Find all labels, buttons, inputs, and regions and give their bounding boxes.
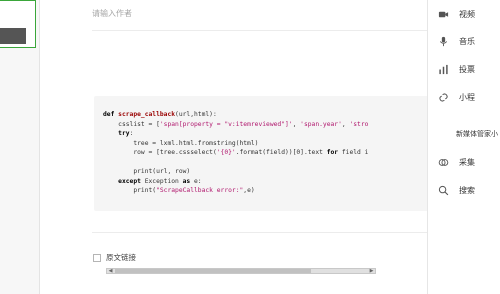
- scroll-left-icon[interactable]: ◀: [107, 268, 114, 274]
- sidebar-item-label: 投票: [459, 65, 475, 74]
- poll-icon: [439, 64, 448, 75]
- sidebar-tool-collect[interactable]: 采集: [438, 157, 475, 168]
- sidebar-item-music[interactable]: 音乐: [438, 36, 475, 47]
- divider: [92, 30, 438, 31]
- link-icon: [439, 93, 448, 102]
- code-line: print(url, row): [103, 168, 191, 176]
- function-name: scrape_callback: [118, 111, 176, 119]
- sidebar-item-label: 采集: [459, 158, 475, 167]
- code-text: def scrape_callback(url,html): csslist =…: [103, 101, 433, 196]
- article-list-panel: [0, 0, 40, 294]
- scrollbar-thumb[interactable]: [115, 269, 311, 273]
- code-line: tree = lxml.html.fromstring(html): [103, 139, 259, 147]
- collect-icon: [438, 159, 449, 166]
- sidebar-item-label: 搜索: [459, 186, 475, 195]
- code-line: def scrape_callback(url,html):: [103, 111, 217, 119]
- insert-sidebar: 视频 音乐 投票 小程 新媒体管家小 采集 搜索: [427, 0, 500, 294]
- article-editor-app: 请输入作者 def scrape_callback(url,html): css…: [0, 0, 500, 294]
- scroll-right-icon[interactable]: ▶: [368, 268, 375, 274]
- code-line: try:: [103, 130, 134, 138]
- code-block[interactable]: def scrape_callback(url,html): csslist =…: [94, 96, 435, 274]
- sidebar-item-label: 视频: [459, 10, 475, 19]
- code-line: print("ScrapeCallback error:",e): [103, 187, 255, 195]
- video-icon: [438, 11, 449, 18]
- sidebar-item-miniprogram[interactable]: 小程: [438, 92, 475, 103]
- code-line: row = [tree.cssselect('{0}'.format(field…: [103, 149, 369, 157]
- thumbnail-image: [0, 28, 26, 44]
- code-horizontal-scrollbar[interactable]: ◀ ▶: [106, 268, 376, 274]
- section-title: 新媒体管家小: [456, 130, 498, 138]
- sidebar-item-video[interactable]: 视频: [438, 9, 475, 20]
- selected-article-thumbnail[interactable]: [0, 0, 36, 48]
- original-link-label: 原文链接: [106, 253, 136, 262]
- search-icon: [438, 185, 449, 196]
- code-line: except Exception as e:: [103, 177, 202, 185]
- sidebar-item-vote[interactable]: 投票: [438, 64, 475, 75]
- original-link-option[interactable]: 原文链接: [93, 252, 136, 263]
- original-link-checkbox[interactable]: [93, 253, 101, 262]
- sidebar-item-label: 音乐: [459, 37, 475, 46]
- divider: [92, 232, 438, 233]
- author-input[interactable]: 请输入作者: [92, 8, 132, 19]
- microphone-icon: [439, 36, 448, 47]
- sidebar-tool-search[interactable]: 搜索: [438, 185, 475, 196]
- code-line: csslist = ['span[property = "v:itemrevie…: [103, 120, 369, 128]
- editor-area: 请输入作者 def scrape_callback(url,html): css…: [40, 0, 438, 294]
- sidebar-item-label: 小程: [459, 93, 475, 102]
